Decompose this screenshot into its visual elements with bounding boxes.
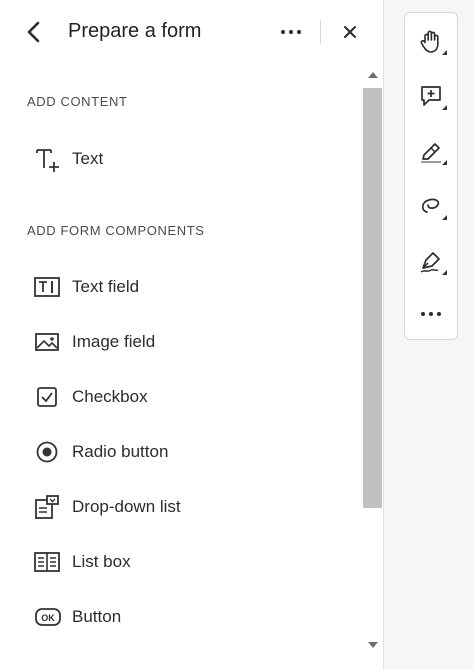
image-field-item[interactable]: Image field bbox=[34, 325, 344, 359]
sign-tool-button[interactable] bbox=[405, 239, 457, 283]
scroll-up-arrow[interactable] bbox=[368, 72, 378, 78]
panel-header: Prepare a form bbox=[0, 0, 384, 64]
add-text-item[interactable]: Text bbox=[34, 142, 344, 176]
scroll-down-arrow[interactable] bbox=[368, 642, 378, 648]
button-item[interactable]: OK Button bbox=[34, 600, 344, 634]
chevron-left-icon bbox=[27, 21, 40, 43]
list-box-icon bbox=[34, 548, 62, 576]
pen-sign-icon bbox=[420, 252, 440, 273]
ellipsis-icon bbox=[281, 30, 301, 34]
image-icon bbox=[34, 328, 62, 356]
close-button[interactable] bbox=[336, 18, 364, 46]
text-field-item[interactable]: Text field bbox=[34, 270, 344, 304]
item-label: Checkbox bbox=[72, 387, 148, 406]
checkbox-icon bbox=[34, 383, 62, 411]
add-content-heading: ADD CONTENT bbox=[27, 94, 128, 109]
checkbox-item[interactable]: Checkbox bbox=[34, 380, 344, 414]
add-comment-tool-button[interactable] bbox=[405, 74, 457, 118]
item-label: Drop-down list bbox=[72, 497, 181, 516]
header-divider bbox=[320, 20, 321, 44]
radio-button-icon bbox=[34, 438, 62, 466]
svg-text:OK: OK bbox=[41, 613, 55, 623]
lasso-icon bbox=[421, 198, 440, 213]
back-button[interactable] bbox=[20, 18, 48, 46]
more-options-button[interactable] bbox=[276, 18, 306, 46]
page-title: Prepare a form bbox=[68, 20, 202, 42]
item-label: Button bbox=[72, 607, 122, 626]
comment-add-icon bbox=[421, 86, 441, 106]
hand-icon bbox=[420, 30, 439, 53]
ok-button-icon: OK bbox=[34, 603, 62, 631]
quick-tools-toolbar bbox=[404, 12, 458, 340]
scrollbar-thumb[interactable] bbox=[363, 88, 382, 508]
text-add-icon bbox=[34, 145, 62, 173]
item-label: Text field bbox=[72, 277, 140, 296]
item-label: Image field bbox=[72, 332, 156, 351]
item-label: List box bbox=[72, 552, 131, 571]
text-field-icon bbox=[34, 273, 62, 301]
ellipsis-icon bbox=[421, 312, 441, 316]
highlighter-icon bbox=[421, 143, 441, 163]
drop-down-list-item[interactable]: Drop-down list bbox=[34, 490, 344, 524]
highlight-tool-button[interactable] bbox=[405, 129, 457, 173]
draw-tool-button[interactable] bbox=[405, 184, 457, 228]
dropdown-list-icon bbox=[34, 493, 62, 521]
add-form-components-heading: ADD FORM COMPONENTS bbox=[27, 223, 205, 238]
more-tools-button[interactable] bbox=[405, 292, 457, 336]
list-box-item[interactable]: List box bbox=[34, 545, 344, 579]
prepare-form-panel: Prepare a form ADD CONTENT Text ADD FORM… bbox=[0, 0, 384, 670]
item-label: Text bbox=[72, 149, 104, 168]
radio-button-item[interactable]: Radio button bbox=[34, 435, 344, 469]
hand-tool-button[interactable] bbox=[405, 19, 457, 63]
close-icon bbox=[344, 26, 356, 38]
item-label: Radio button bbox=[72, 442, 169, 461]
